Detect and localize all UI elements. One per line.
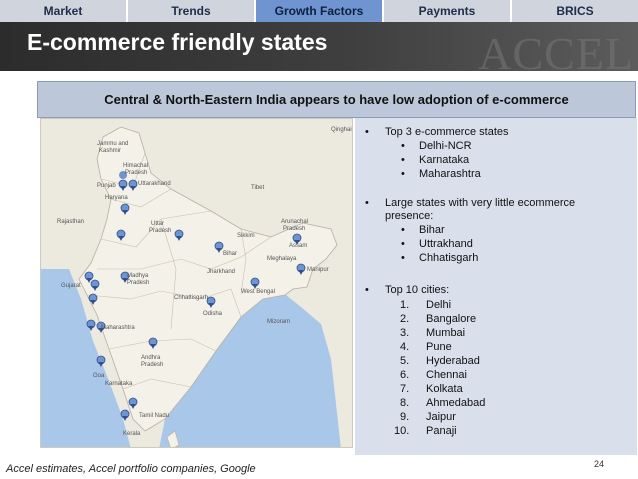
city-name: Ahmedabad [426, 397, 486, 409]
city-rank: 9. [400, 411, 410, 423]
map-label-maharashtra: Maharashtra [101, 325, 135, 331]
city-rank: 10. [394, 425, 410, 437]
india-map[interactable]: Qinghai Jammu and Kashmir Himachal Prade… [40, 118, 353, 448]
bullet-dot: • [401, 252, 405, 264]
city-name: Kolkata [426, 383, 463, 395]
map-label-karnataka: Karnataka [105, 381, 133, 387]
large-states-heading-cont: presence: [385, 210, 434, 222]
map-label-tibet: Tibet [251, 185, 265, 191]
large-state-item: Uttrakhand [419, 238, 473, 250]
city-rank: 7. [400, 383, 410, 395]
city-name: Delhi [426, 299, 452, 311]
map-label-gujarat: Gujarat [61, 283, 81, 289]
map-label-uttarakhand: Uttarakhand [138, 181, 171, 187]
map-label-andhra-pradesh: Pradesh [141, 362, 164, 368]
map-label-tamil-nadu: Tamil Nadu [139, 413, 170, 419]
tab-market[interactable]: Market [0, 0, 128, 22]
map-label-qinghai: Qinghai [331, 127, 352, 133]
city-rank: 8. [400, 397, 410, 409]
insights-panel: • Top 3 e-commerce states • Delhi-NCR • … [355, 118, 637, 455]
city-rank: 1. [400, 299, 410, 311]
map-canvas [41, 119, 352, 447]
map-label-madhya-pradesh: Pradesh [127, 280, 150, 286]
top3-item: Delhi-NCR [419, 140, 472, 152]
accel-logo: ACCEL [478, 28, 634, 71]
source-note: Accel estimates, Accel portfolio compani… [6, 463, 256, 475]
city-rank: 5. [400, 355, 410, 367]
top-nav-tabs: Market Trends Growth Factors Payments BR… [0, 0, 638, 22]
tab-growth-factors[interactable]: Growth Factors [256, 0, 384, 22]
map-label-assam: Assam [289, 243, 308, 249]
page-number: 24 [594, 459, 605, 469]
map-label-arunachal: Arunachal [281, 219, 309, 225]
large-state-item: Chhatisgarh [419, 252, 479, 264]
headline-banner: Central & North-Eastern India appears to… [37, 81, 636, 118]
large-state-item: Bihar [419, 224, 445, 236]
slide-header: E-commerce friendly states ACCEL [0, 22, 638, 71]
map-label-sikkim: Sikkim [237, 233, 255, 239]
city-rank: 3. [400, 327, 410, 339]
city-name: Jaipur [426, 411, 456, 423]
map-label-meghalaya: Meghalaya [267, 256, 297, 262]
map-label-kerala: Kerala [123, 431, 141, 437]
map-label-madhya: Madhya [127, 273, 149, 279]
map-label-chhattisgarh: Chhattisgarh [174, 295, 209, 301]
map-label-odisha: Odisha [203, 311, 223, 317]
map-label-manipur: Manipur [307, 267, 329, 273]
map-label-jharkhand: Jharkhand [207, 269, 236, 275]
bullet-dot: • [365, 197, 369, 209]
map-label-uttar-pradesh: Pradesh [149, 228, 172, 234]
city-name: Hyderabad [426, 355, 480, 367]
map-label-west-bengal: West Bengal [241, 289, 275, 295]
map-label-arunachal-pradesh: Pradesh [283, 226, 306, 232]
bullet-dot: • [401, 224, 405, 236]
city-rank: 6. [400, 369, 410, 381]
top-cities-heading: Top 10 cities: [385, 284, 450, 296]
map-label-kashmir: Kashmir [99, 148, 122, 154]
map-label-rajasthan: Rajasthan [57, 219, 85, 225]
top3-item: Maharashtra [419, 168, 481, 180]
city-name: Panaji [426, 425, 457, 437]
map-label-punjab: Punjab [97, 183, 116, 189]
tab-payments[interactable]: Payments [384, 0, 512, 22]
map-label-himachal-pradesh: Pradesh [125, 170, 148, 176]
page-title: E-commerce friendly states [27, 29, 328, 55]
bullet-dot: • [401, 238, 405, 250]
map-label-bihar: Bihar [223, 251, 238, 257]
bullet-dot: • [401, 140, 405, 152]
top3-heading: Top 3 e-commerce states [385, 126, 509, 138]
bullet-dot: • [401, 154, 405, 166]
tab-brics[interactable]: BRICS [512, 0, 638, 22]
city-name: Bangalore [426, 313, 477, 325]
city-rank: 4. [400, 341, 410, 353]
city-name: Pune [426, 341, 452, 353]
map-label-andhra: Andhra [141, 355, 161, 361]
city-name: Mumbai [426, 327, 466, 339]
bullet-dot: • [365, 126, 369, 138]
map-label-goa: Goa [93, 373, 105, 379]
map-label-uttar: Uttar [151, 221, 165, 227]
tab-trends[interactable]: Trends [128, 0, 256, 22]
top3-item: Karnataka [419, 154, 470, 166]
map-label-haryana: Haryana [105, 195, 128, 201]
city-name: Chennai [426, 369, 467, 381]
bullet-dot: • [365, 284, 369, 296]
bullet-dot: • [401, 168, 405, 180]
city-rank: 2. [400, 313, 410, 325]
map-label-himachal: Himachal [123, 163, 149, 169]
map-label-jammu: Jammu and [97, 141, 129, 147]
map-label-mizoram: Mizoram [267, 319, 291, 325]
large-states-heading: Large states with very little ecommerce [385, 197, 576, 209]
